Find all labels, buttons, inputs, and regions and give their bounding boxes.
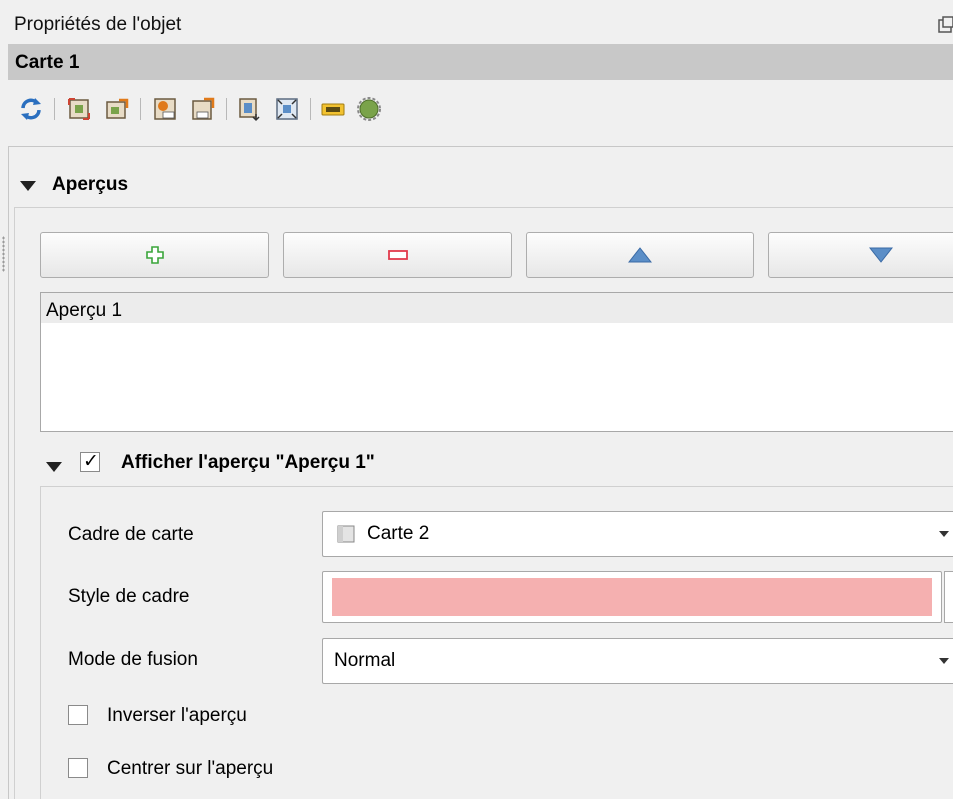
atlas-icon[interactable] [356,96,382,122]
minus-icon [387,250,408,260]
drag-handle[interactable] [2,236,5,272]
frame-style-label: Style de cadre [68,586,190,607]
toolbar-separator [140,98,141,120]
zoom-full-icon[interactable] [274,96,300,122]
map-frame-icon [337,525,355,543]
view-extent-icon[interactable] [104,96,130,122]
move-down-button[interactable] [768,232,953,278]
frame-style-swatch [332,578,932,616]
object-name: Carte 1 [15,52,80,73]
check-icon: ✓ [83,451,99,472]
blend-mode-label: Mode de fusion [68,649,198,670]
move-content-icon[interactable] [236,96,262,122]
label-icon[interactable] [320,96,346,122]
map-frame-label: Cadre de carte [68,524,194,545]
blend-mode-select[interactable]: Normal [322,638,953,684]
toolbar-separator [54,98,55,120]
remove-overview-button[interactable] [283,232,512,278]
collapse-arrow-icon[interactable] [20,181,36,191]
list-item[interactable]: Aperçu 1 [41,293,953,323]
chevron-down-icon [939,531,949,537]
toolbar-separator [226,98,227,120]
plus-icon [145,246,164,264]
object-name-bar [8,44,953,80]
chevron-down-icon [939,658,949,664]
arrow-down-icon [869,247,893,263]
overviews-section-title[interactable]: Aperçus [52,174,128,196]
center-on-overview-label[interactable]: Centrer sur l'aperçu [107,758,273,780]
refresh-icon[interactable] [18,96,44,122]
toolbar-separator [310,98,311,120]
add-overview-button[interactable] [40,232,269,278]
undock-icon[interactable] [937,16,953,34]
show-overview-checkbox[interactable]: ✓ [80,451,100,472]
invert-overview-checkbox[interactable] [68,705,88,725]
set-scale-icon[interactable] [152,96,178,122]
toolbar [18,92,538,132]
invert-overview-label[interactable]: Inverser l'aperçu [107,705,247,727]
show-overview-title[interactable]: Afficher l'aperçu "Aperçu 1" [121,452,375,474]
set-extent-icon[interactable] [66,96,92,122]
view-scale-icon[interactable] [190,96,216,122]
collapse-arrow-icon[interactable] [46,462,62,472]
blend-mode-value: Normal [334,650,396,671]
panel-title: Propriétés de l'objet [14,14,182,35]
move-up-button[interactable] [526,232,754,278]
frame-style-dropdown[interactable] [944,571,953,623]
map-frame-value: Carte 2 [367,523,430,544]
frame-style-button[interactable] [322,571,942,623]
arrow-up-icon [628,247,652,263]
overview-list[interactable]: Aperçu 1 [40,292,953,432]
map-frame-select[interactable]: Carte 2 [322,511,953,557]
center-on-overview-checkbox[interactable] [68,758,88,778]
